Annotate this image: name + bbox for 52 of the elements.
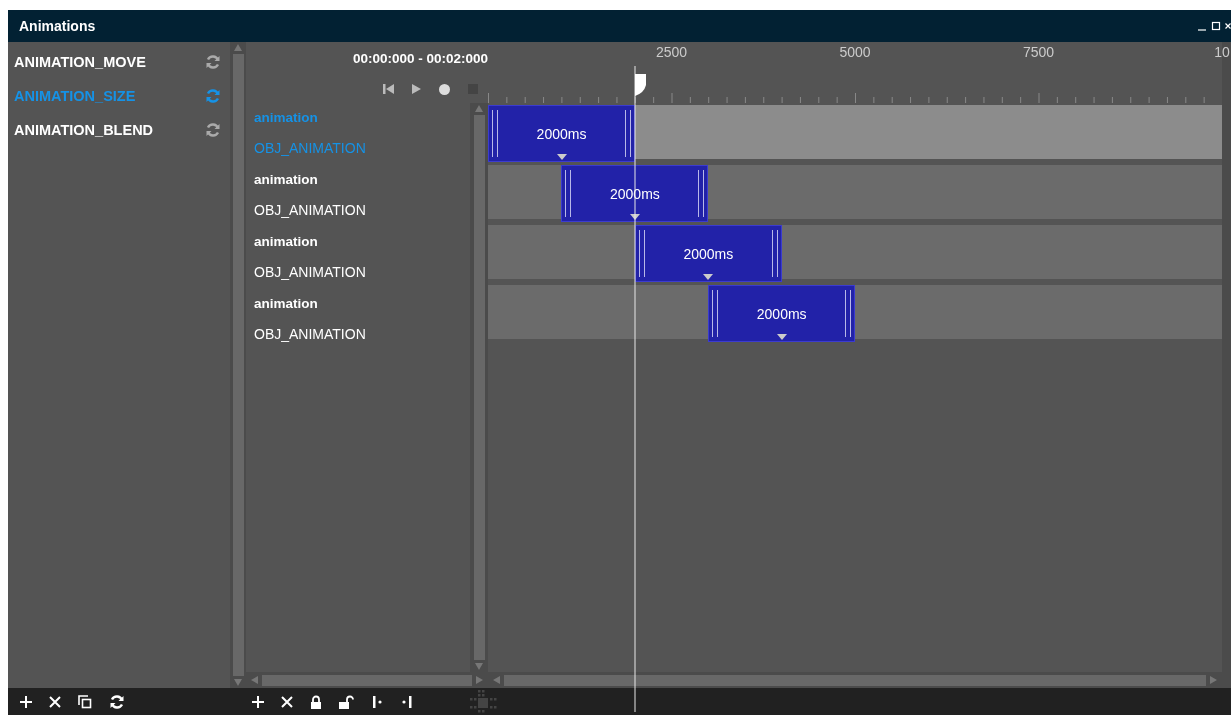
ruler-label: 7500	[1022, 44, 1055, 60]
ruler-label: 5000	[839, 44, 871, 60]
delete-icon[interactable]	[281, 695, 293, 708]
delete-icon[interactable]	[49, 695, 61, 708]
caret-icon[interactable]	[703, 274, 714, 281]
scroll-right-icon[interactable]	[1209, 675, 1219, 685]
animation-clip[interactable]: 2000ms	[488, 105, 635, 162]
duplicate-icon[interactable]	[78, 694, 92, 709]
unlock-icon[interactable]	[339, 694, 355, 709]
track-name[interactable]: animation	[254, 296, 470, 312]
move-handle-icon[interactable]	[469, 689, 499, 714]
caret-icon[interactable]	[776, 334, 787, 341]
track-bar[interactable]	[781, 225, 1222, 279]
ruler-label: 10	[1214, 44, 1230, 60]
time-range: 00:00:000 - 00:02:000	[352, 51, 488, 66]
animation-list-item[interactable]: ANIMATION_MOVE	[8, 45, 230, 79]
align-start-icon[interactable]	[372, 695, 384, 708]
window-title: Animations	[19, 18, 96, 34]
ruler-label: 2500	[655, 44, 688, 60]
animation-clip[interactable]: 2000ms	[561, 165, 709, 222]
add-icon[interactable]	[20, 695, 32, 708]
scroll-right-icon[interactable]	[475, 675, 485, 685]
track-bar[interactable]	[708, 165, 1222, 219]
scroll-left-icon[interactable]	[249, 675, 259, 685]
scroll-up-icon[interactable]	[474, 103, 484, 113]
track-bar[interactable]	[855, 285, 1222, 339]
lock-icon[interactable]	[310, 694, 322, 709]
animation-clip[interactable]: 2000ms	[708, 285, 856, 342]
caret-icon[interactable]	[556, 154, 567, 161]
scrollbar[interactable]	[230, 42, 246, 688]
track-bar[interactable]	[488, 285, 709, 339]
animation-list-item[interactable]: ANIMATION_BLEND	[8, 113, 230, 147]
skip-back-icon[interactable]	[383, 84, 394, 94]
track-bar[interactable]	[634, 105, 1222, 159]
add-icon[interactable]	[252, 695, 264, 708]
track-name[interactable]: animation	[254, 234, 470, 250]
track-name[interactable]: animation	[254, 172, 470, 188]
scroll-left-icon[interactable]	[491, 675, 501, 685]
animation-clip[interactable]: 2000ms	[634, 225, 782, 282]
align-end-icon[interactable]	[401, 695, 413, 708]
maximize-icon[interactable]	[1211, 21, 1221, 31]
track-object[interactable]: OBJ_ANIMATION	[254, 325, 470, 342]
track-object[interactable]: OBJ_ANIMATION	[254, 201, 470, 218]
track-bar[interactable]	[488, 165, 562, 219]
play-icon[interactable]	[412, 84, 421, 94]
record-icon[interactable]	[439, 83, 450, 95]
track-object[interactable]: OBJ_ANIMATION	[254, 263, 470, 280]
caret-icon[interactable]	[629, 214, 640, 221]
track-bar[interactable]	[488, 225, 635, 279]
close-icon[interactable]	[1225, 21, 1231, 31]
refresh-icon[interactable]	[109, 693, 125, 710]
scrollbar[interactable]	[470, 103, 488, 672]
